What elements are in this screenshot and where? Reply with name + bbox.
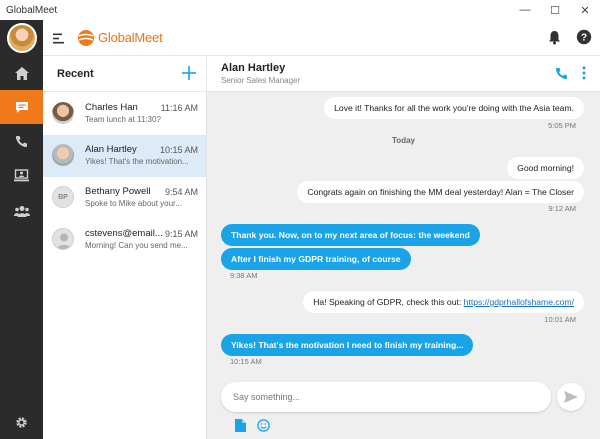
message-incoming: Ha! Speaking of GDPR, check this out: ht…: [303, 291, 584, 313]
help-icon[interactable]: ?: [576, 29, 592, 50]
globalmeet-logo: GlobalMeet: [77, 29, 163, 47]
message-timestamp: 10:15 AM: [230, 357, 262, 366]
nav-rail: [0, 20, 43, 439]
send-icon: [564, 391, 578, 403]
bell-icon[interactable]: [548, 30, 561, 50]
logo-text: GlobalMeet: [98, 30, 163, 45]
contacts-icon[interactable]: [0, 194, 43, 228]
message-incoming: Congrats again on finishing the MM deal …: [297, 181, 584, 203]
message-outgoing: Yikes! That's the motivation I need to f…: [221, 334, 474, 356]
conversation-time: 11:16 AM: [160, 103, 198, 113]
more-options-button[interactable]: [576, 65, 592, 81]
avatar: [52, 102, 74, 124]
message-composer: [221, 382, 551, 412]
my-avatar-button[interactable]: [2, 20, 41, 56]
message-timestamp: 9:12 AM: [548, 204, 576, 213]
message-link[interactable]: https://gdprhallofshame.com/: [464, 297, 574, 307]
message-timestamp: 9:38 AM: [230, 271, 258, 280]
list-title: Recent: [57, 67, 94, 80]
conversation-name: Charles Han: [85, 102, 138, 113]
conversation-preview: Morning! Can you send me...: [85, 241, 188, 250]
phone-icon: [555, 67, 567, 79]
conversation-item[interactable]: cstevens@email... 9:15 AM Morning! Can y…: [43, 219, 206, 261]
message-incoming: Good morning!: [507, 157, 584, 179]
conversation-list: Recent Charles Han 11:16 AM Team lunch a…: [43, 56, 207, 439]
conversation-time: 9:15 AM: [164, 229, 198, 239]
globalmeet-logo-mark: [78, 29, 94, 46]
chat-header: Alan Hartley Senior Sales Manager: [207, 56, 600, 92]
more-vertical-icon: [582, 66, 586, 80]
day-separator: Today: [392, 136, 415, 145]
attach-file-button[interactable]: [233, 418, 247, 432]
message-text: Ha! Speaking of GDPR, check this out:: [313, 297, 464, 307]
contact-name: Alan Hartley: [221, 62, 286, 74]
settings-icon[interactable]: [0, 405, 43, 439]
file-icon: [234, 418, 246, 432]
svg-text:?: ?: [581, 33, 587, 44]
new-conversation-button[interactable]: [180, 64, 198, 82]
conversation-time: 9:54 AM: [164, 187, 198, 197]
avatar-generic-icon: [52, 228, 74, 250]
message-timestamp: 5:05 PM: [548, 121, 576, 130]
window-titlebar: GlobalMeet — ☐ ✕: [0, 0, 600, 20]
list-header: Recent: [43, 56, 206, 92]
message-outgoing: Thank you. Now, on to my next area of fo…: [221, 224, 480, 246]
send-button[interactable]: [557, 383, 585, 411]
message-outgoing: After I finish my GDPR training, of cour…: [221, 248, 411, 270]
conversation-item[interactable]: Charles Han 11:16 AM Team lunch at 11:30…: [43, 93, 206, 135]
maximize-button[interactable]: ☐: [540, 0, 570, 20]
close-button[interactable]: ✕: [570, 0, 600, 20]
conversation-name: cstevens@email...: [85, 228, 163, 239]
meeting-icon[interactable]: [0, 158, 43, 192]
conversation-preview: Team lunch at 11:30?: [85, 115, 161, 124]
conversation-item[interactable]: BP Bethany Powell 9:54 AM Spoke to Mike …: [43, 177, 206, 219]
call-button[interactable]: [553, 65, 569, 81]
home-icon[interactable]: [0, 56, 43, 90]
contact-role: Senior Sales Manager: [221, 76, 301, 85]
app-header: GlobalMeet ?: [43, 20, 600, 56]
avatar-initials: BP: [52, 186, 74, 208]
window-title: GlobalMeet: [6, 4, 58, 16]
plus-icon: [182, 66, 196, 80]
conversation-time: 10:15 AM: [159, 145, 198, 155]
emoji-icon: [256, 418, 270, 432]
message-timestamp: 10:01 AM: [544, 315, 576, 324]
conversation-name: Alan Hartley: [85, 144, 137, 155]
avatar: [6, 23, 37, 53]
conversation-preview: Yikes! That's the motivation...: [85, 157, 189, 166]
message-incoming: Love it! Thanks for all the work you're …: [324, 97, 584, 119]
chat-panel: Alan Hartley Senior Sales Manager Love i…: [207, 56, 600, 439]
conversation-name: Bethany Powell: [85, 186, 151, 197]
conversation-item-selected[interactable]: Alan Hartley 10:15 AM Yikes! That's the …: [43, 135, 206, 177]
menu-icon[interactable]: [53, 31, 65, 49]
avatar: [52, 144, 74, 166]
emoji-button[interactable]: [256, 418, 270, 432]
minimize-button[interactable]: —: [510, 0, 540, 20]
message-input[interactable]: [221, 382, 521, 412]
conversation-preview: Spoke to Mike about your...: [85, 199, 182, 208]
chat-icon[interactable]: [0, 90, 43, 124]
phone-icon[interactable]: [0, 124, 43, 158]
